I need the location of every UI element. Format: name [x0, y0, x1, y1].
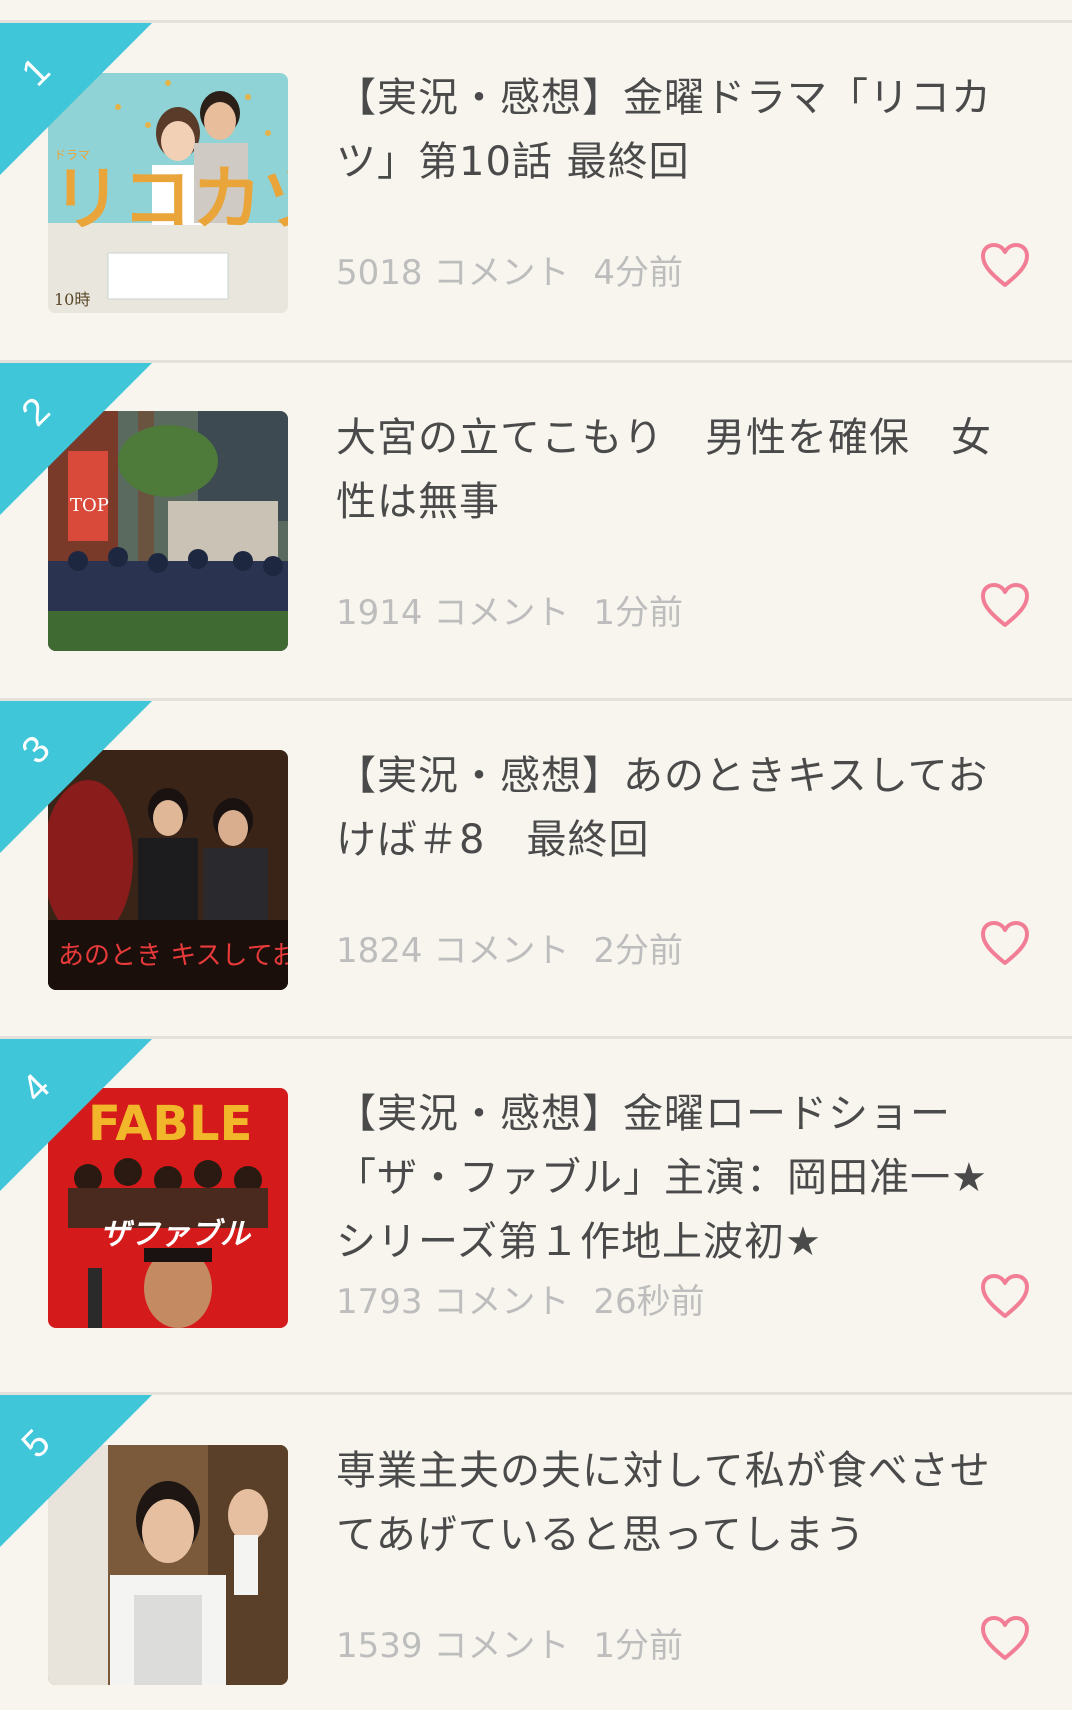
item-meta: 1539 コメント 1分前 — [336, 1618, 683, 1667]
ranking-feed: リコカツ 10時 ドラマ 1 【実況・感想】金曜ドラマ「リコカツ」第10話 最終… — [0, 0, 1072, 1710]
posted-time: 1分前 — [593, 593, 683, 633]
thumbnail-image: あのとき キスしておけば — [48, 750, 288, 990]
thumbnail-title: リコカツ — [52, 158, 288, 240]
item-meta: 5018 コメント 4分前 — [336, 245, 683, 294]
item-title[interactable]: 専業主夫の夫に対して私が食べさせてあげていると思ってしまう — [336, 1439, 1026, 1567]
comment-count: 1793 コメント — [336, 1282, 570, 1322]
heart-icon[interactable] — [980, 242, 1030, 288]
thumbnail-image: リコカツ 10時 ドラマ — [48, 73, 288, 313]
thumbnail-image: TOP — [48, 411, 288, 651]
posted-time: 2分前 — [593, 931, 683, 971]
list-item[interactable]: あのとき キスしておけば 3 【実況・感想】あのときキスしておけば＃8 最終回 … — [0, 701, 1072, 1039]
svg-text:TOP: TOP — [70, 495, 109, 516]
posted-time: 4分前 — [593, 253, 683, 293]
thumbnail-title: あのとき キスしておけば — [58, 941, 288, 971]
item-title[interactable]: 【実況・感想】金曜ロードショー「ザ・ファブル」主演：岡田准一★シリーズ第１作地上… — [336, 1082, 1026, 1274]
svg-text:10時: 10時 — [54, 290, 90, 309]
item-meta: 1824 コメント 2分前 — [336, 923, 683, 972]
list-item[interactable]: リコカツ 10時 ドラマ 1 【実況・感想】金曜ドラマ「リコカツ」第10話 最終… — [0, 23, 1072, 363]
thumbnail-image — [48, 1445, 288, 1685]
list-item[interactable]: 5 専業主夫の夫に対して私が食べさせてあげていると思ってしまう 1539 コメン… — [0, 1395, 1072, 1710]
posted-time: 1分前 — [593, 1626, 683, 1666]
item-title[interactable]: 大宮の立てこもり 男性を確保 女性は無事 — [336, 406, 1026, 534]
item-meta: 1914 コメント 1分前 — [336, 585, 683, 634]
heart-icon[interactable] — [980, 1273, 1030, 1319]
svg-text:ドラマ: ドラマ — [54, 148, 90, 162]
list-item[interactable]: TOP 2 大宮の立てこもり 男性を確保 女性は無事 1914 コメント 1分前 — [0, 363, 1072, 701]
heart-icon[interactable] — [980, 920, 1030, 966]
thumbnail-image: FABLE ザファブル — [48, 1088, 288, 1328]
item-meta: 1793 コメント 26秒前 — [336, 1274, 705, 1323]
comment-count: 1824 コメント — [336, 931, 570, 971]
comment-count: 1914 コメント — [336, 593, 570, 633]
comment-count: 5018 コメント — [336, 253, 570, 293]
item-title[interactable]: 【実況・感想】金曜ドラマ「リコカツ」第10話 最終回 — [336, 66, 1026, 194]
item-title[interactable]: 【実況・感想】あのときキスしておけば＃8 最終回 — [336, 744, 1026, 872]
heart-icon[interactable] — [980, 1615, 1030, 1661]
comment-count: 1539 コメント — [336, 1626, 570, 1666]
thumbnail-title: ザファブル — [100, 1217, 252, 1252]
heart-icon[interactable] — [980, 582, 1030, 628]
posted-time: 26秒前 — [593, 1282, 705, 1322]
svg-text:FABLE: FABLE — [88, 1096, 252, 1152]
list-item[interactable]: FABLE ザファブル 4 【実況・感想】金曜ロードショー「ザ・ファブル」主演：… — [0, 1039, 1072, 1395]
